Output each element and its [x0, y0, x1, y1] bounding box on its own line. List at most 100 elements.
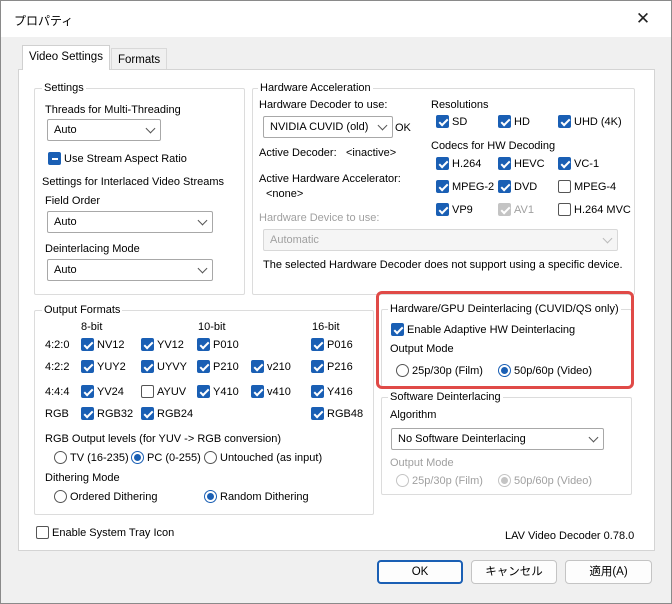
fmt-y410-checkbox[interactable] — [197, 385, 210, 398]
fmt-p210-checkbox[interactable] — [197, 360, 210, 373]
field-order-select[interactable]: Auto — [47, 211, 213, 233]
codec-mpeg4-label: MPEG-4 — [574, 181, 617, 193]
deint-mode-select[interactable]: Auto — [47, 259, 213, 281]
sw-deint-title: Software Deinterlacing — [388, 391, 503, 404]
fmt-v210-checkbox[interactable] — [251, 360, 264, 373]
fmt-p010-checkbox[interactable] — [197, 338, 210, 351]
fmt-rgb24-label: RGB24 — [157, 408, 194, 420]
fmt-p016-checkbox[interactable] — [311, 338, 324, 351]
dither-random-label: Random Dithering — [220, 491, 309, 503]
fmt-yuy2-checkbox[interactable] — [81, 360, 94, 373]
window-title: プロパティ — [14, 14, 74, 28]
fmt-uyvy-checkbox[interactable] — [141, 360, 154, 373]
threads-label: Threads for Multi-Threading — [45, 104, 181, 116]
codec-dvd-checkbox[interactable] — [498, 180, 511, 193]
row-420-label: 4:2:0 — [45, 339, 70, 351]
res-uhd-checkbox[interactable] — [558, 115, 571, 128]
fmt-rgb48-label: RGB48 — [327, 408, 364, 420]
device-label: Hardware Device to use: — [259, 212, 380, 224]
stream-aspect-checkbox[interactable] — [48, 152, 61, 165]
res-sd-checkbox[interactable] — [436, 115, 449, 128]
sw-video-label: 50p/60p (Video) — [514, 475, 593, 487]
codecs-label: Codecs for HW Decoding — [431, 140, 556, 152]
levels-untouched-radio[interactable] — [204, 451, 217, 464]
output-formats-title: Output Formats — [42, 304, 123, 317]
cancel-button[interactable]: キャンセル — [471, 560, 557, 584]
properties-dialog: プロパティ ✕ Video Settings Formats Settings … — [0, 0, 672, 604]
algorithm-value: No Software Deinterlacing — [398, 433, 526, 445]
decoder-select[interactable]: NVIDIA CUVID (old) — [263, 116, 393, 138]
fmt-rgb32-label: RGB32 — [97, 408, 134, 420]
fmt-yv12-checkbox[interactable] — [141, 338, 154, 351]
res-hd-checkbox[interactable] — [498, 115, 511, 128]
decoder-status: OK — [395, 122, 411, 134]
codec-mpeg2-label: MPEG-2 — [452, 181, 495, 193]
codec-hevc-checkbox[interactable] — [498, 157, 511, 170]
fmt-v410-checkbox[interactable] — [251, 385, 264, 398]
close-icon[interactable]: ✕ — [633, 9, 653, 29]
version-label: LAV Video Decoder 0.78.0 — [505, 530, 635, 542]
apply-button[interactable]: 適用(A) — [565, 560, 652, 584]
levels-tv-radio[interactable] — [54, 451, 67, 464]
res-uhd-label: UHD (4K) — [574, 116, 622, 128]
codec-h264-checkbox[interactable] — [436, 157, 449, 170]
codec-h264mvc-checkbox[interactable] — [558, 203, 571, 216]
algorithm-select[interactable]: No Software Deinterlacing — [391, 428, 604, 450]
row-444-label: 4:4:4 — [45, 386, 70, 398]
levels-label: RGB Output levels (for YUV -> RGB conver… — [45, 433, 282, 445]
res-sd-label: SD — [452, 116, 468, 128]
sw-output-mode-label: Output Mode — [390, 457, 454, 469]
fmt-yuy2-label: YUY2 — [97, 361, 126, 373]
fmt-nv12-label: NV12 — [97, 339, 125, 351]
codec-av1-checkbox[interactable] — [498, 203, 511, 216]
codec-h264mvc-label: H.264 MVC — [574, 204, 631, 216]
levels-pc-radio[interactable] — [131, 451, 144, 464]
device-note: The selected Hardware Decoder does not s… — [263, 259, 623, 271]
device-value: Automatic — [270, 234, 319, 246]
fmt-p216-checkbox[interactable] — [311, 360, 324, 373]
hwaccel-group-title: Hardware Acceleration — [258, 82, 373, 95]
fmt-p010-label: P010 — [213, 339, 239, 351]
ok-button[interactable]: OK — [377, 560, 463, 584]
codec-mpeg4-checkbox[interactable] — [558, 180, 571, 193]
res-hd-label: HD — [514, 116, 530, 128]
sw-film-radio[interactable] — [396, 474, 409, 487]
codec-av1-label: AV1 — [514, 204, 534, 216]
fmt-v210-label: v210 — [267, 361, 291, 373]
fmt-rgb32-checkbox[interactable] — [81, 407, 94, 420]
deint-mode-label: Deinterlacing Mode — [45, 243, 140, 255]
red-highlight-box — [376, 291, 634, 389]
levels-tv-label: TV (16-235) — [70, 452, 129, 464]
fmt-rgb48-checkbox[interactable] — [311, 407, 324, 420]
device-select[interactable]: Automatic — [263, 229, 618, 251]
dither-ordered-radio[interactable] — [54, 490, 67, 503]
fmt-rgb24-checkbox[interactable] — [141, 407, 154, 420]
tray-icon-checkbox[interactable] — [36, 526, 49, 539]
settings-group-title: Settings — [42, 82, 86, 95]
tab-video-settings[interactable]: Video Settings — [22, 45, 110, 70]
active-decoder-label: Active Decoder: — [259, 147, 337, 159]
fmt-nv12-checkbox[interactable] — [81, 338, 94, 351]
codec-dvd-label: DVD — [514, 181, 538, 193]
codec-mpeg2-checkbox[interactable] — [436, 180, 449, 193]
codec-vp9-checkbox[interactable] — [436, 203, 449, 216]
codec-h264-label: H.264 — [452, 158, 482, 170]
fmt-y416-checkbox[interactable] — [311, 385, 324, 398]
codec-vc1-checkbox[interactable] — [558, 157, 571, 170]
tab-formats[interactable]: Formats — [111, 48, 168, 70]
field-order-value: Auto — [54, 216, 77, 228]
chevron-down-icon — [377, 120, 388, 131]
row-rgb-label: RGB — [45, 408, 69, 420]
fmt-uyvy-label: UYVY — [157, 361, 187, 373]
fmt-yv24-checkbox[interactable] — [81, 385, 94, 398]
header-16bit: 16-bit — [312, 321, 340, 333]
row-422-label: 4:2:2 — [45, 361, 70, 373]
threads-select[interactable]: Auto — [47, 119, 161, 141]
codec-hevc-label: HEVC — [514, 158, 545, 170]
chevron-down-icon — [145, 123, 156, 134]
fmt-ayuv-checkbox[interactable] — [141, 385, 154, 398]
dither-random-radio[interactable] — [204, 490, 217, 503]
dither-label: Dithering Mode — [45, 472, 120, 484]
sw-video-radio[interactable] — [498, 474, 511, 487]
fmt-p016-label: P016 — [327, 339, 353, 351]
